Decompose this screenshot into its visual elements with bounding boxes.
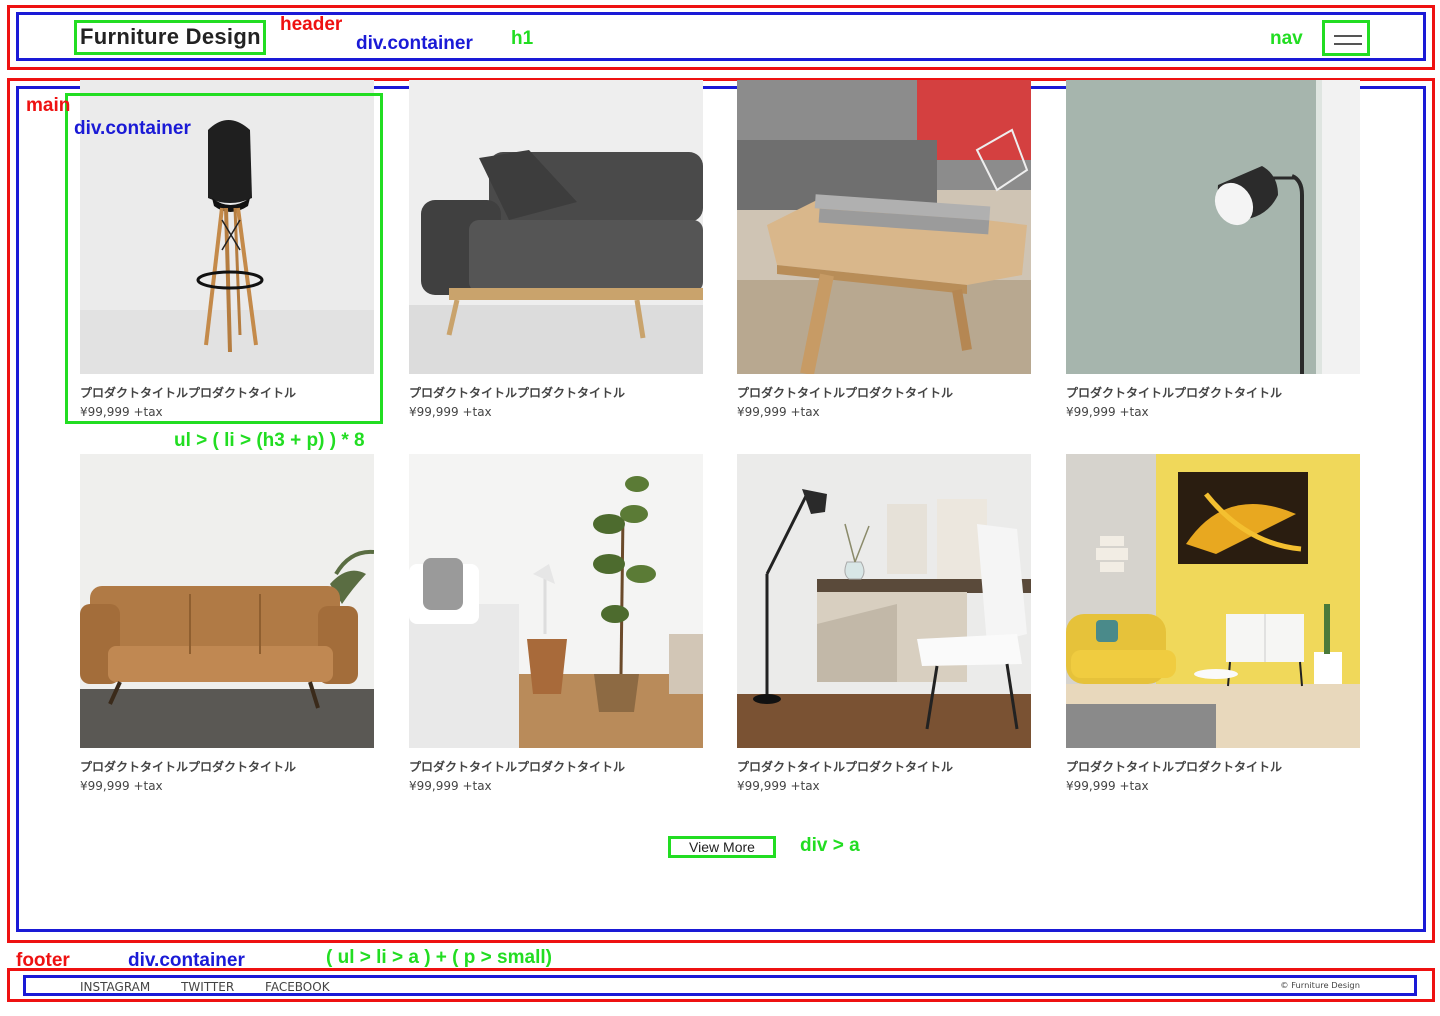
annotation-main: main xyxy=(26,95,71,116)
hamburger-icon-bottom-line xyxy=(1334,43,1362,45)
copyright-text: © Furniture Design xyxy=(1280,980,1360,990)
product-price: ¥99,999 +tax xyxy=(737,404,820,419)
facebook-link[interactable]: FACEBOOK xyxy=(265,980,330,994)
product-title: プロダクトタイトルプロダクトタイトル xyxy=(737,760,954,774)
site-title[interactable]: Furniture Design xyxy=(80,24,261,50)
product-title: プロダクトタイトルプロダクトタイトル xyxy=(409,386,626,400)
product-title: プロダクトタイトルプロダクトタイトル xyxy=(1066,386,1283,400)
product-card[interactable]: プロダクトタイトルプロダクトタイトル ¥99,999 +tax xyxy=(1066,80,1360,419)
instagram-link[interactable]: INSTAGRAM xyxy=(80,980,150,994)
product-card[interactable]: プロダクトタイトルプロダクトタイトル ¥99,999 +tax xyxy=(1066,454,1360,793)
annotation-header-container: div.container xyxy=(356,33,473,54)
product-price: ¥99,999 +tax xyxy=(1066,778,1149,793)
product-title: プロダクトタイトルプロダクトタイトル xyxy=(737,386,954,400)
hamburger-icon xyxy=(1334,35,1362,37)
product-price: ¥99,999 +tax xyxy=(409,778,492,793)
product-title: プロダクトタイトルプロダクトタイトル xyxy=(409,760,626,774)
list-item-outline xyxy=(65,93,383,424)
product-card[interactable]: プロダクトタイトルプロダクトタイトル ¥99,999 +tax xyxy=(737,80,1031,419)
product-card[interactable]: プロダクトタイトルプロダクトタイトル ¥99,999 +tax xyxy=(737,454,1031,793)
product-price: ¥99,999 +tax xyxy=(80,778,163,793)
product-title: プロダクトタイトルプロダクトタイトル xyxy=(1066,760,1283,774)
product-card[interactable]: プロダクトタイトルプロダクトタイトル ¥99,999 +tax xyxy=(409,80,703,419)
annotation-list: ul > ( li > (h3 + p) ) * 8 xyxy=(174,430,365,451)
footer-links: INSTAGRAM TWITTER FACEBOOK xyxy=(80,980,357,994)
copyright: © Furniture Design xyxy=(1280,980,1360,991)
annotation-view-more: div > a xyxy=(800,835,860,856)
product-price: ¥99,999 +tax xyxy=(409,404,492,419)
leather-sofa-image xyxy=(80,454,374,748)
annotation-footer-structure: ( ul > li > a ) + ( p > small) xyxy=(326,947,552,968)
desk-chair-image xyxy=(737,454,1031,748)
view-more-button[interactable]: View More xyxy=(668,836,776,858)
annotation-h1: h1 xyxy=(511,28,534,49)
gray-sofa-image xyxy=(409,80,703,374)
menu-button[interactable] xyxy=(1322,20,1370,56)
product-price: ¥99,999 +tax xyxy=(737,778,820,793)
product-card[interactable]: プロダクトタイトルプロダクトタイトル ¥99,999 +tax xyxy=(409,454,703,793)
twitter-link[interactable]: TWITTER xyxy=(181,980,234,994)
product-card[interactable]: プロダクトタイトルプロダクトタイトル ¥99,999 +tax xyxy=(80,454,374,793)
annotation-nav: nav xyxy=(1270,28,1303,49)
product-price: ¥99,999 +tax xyxy=(1066,404,1149,419)
annotation-main-container: div.container xyxy=(74,118,191,139)
bedroom-plant-image xyxy=(409,454,703,748)
yellow-living-room-image xyxy=(1066,454,1360,748)
annotation-footer-container: div.container xyxy=(128,950,245,971)
product-title: プロダクトタイトルプロダクトタイトル xyxy=(80,760,297,774)
wooden-side-table-image xyxy=(737,80,1031,374)
annotation-footer: footer xyxy=(16,950,70,971)
floor-lamp-image xyxy=(1066,80,1360,374)
annotation-header: header xyxy=(280,14,343,35)
